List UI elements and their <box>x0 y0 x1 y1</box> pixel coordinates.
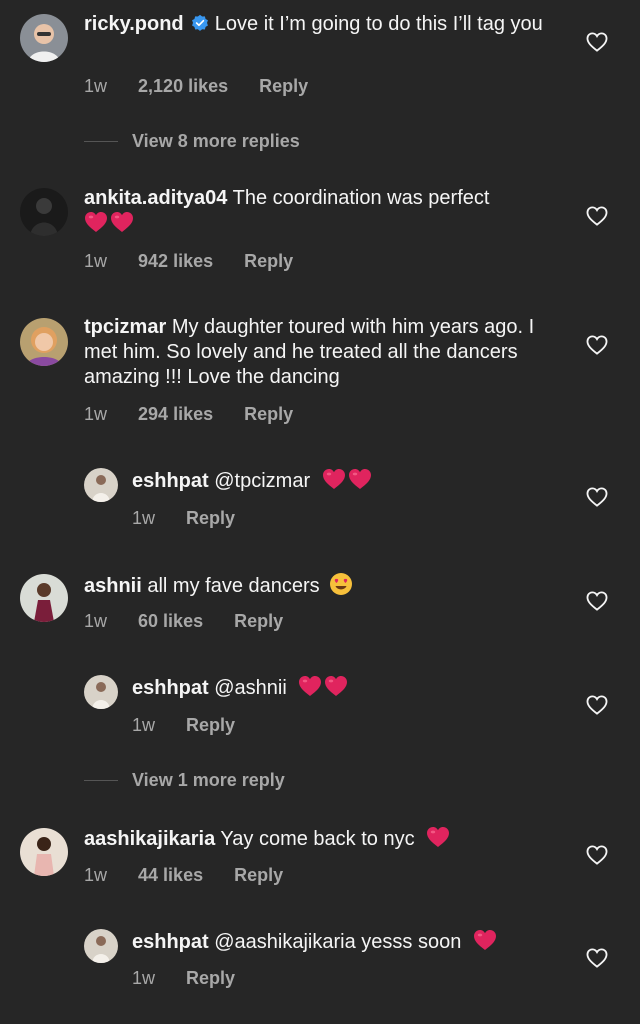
avatar[interactable] <box>84 675 118 709</box>
like-heart-icon[interactable] <box>586 335 608 355</box>
view-more-replies-label[interactable]: View 1 more reply <box>132 770 285 791</box>
comment-body: Yay come back to nyc <box>220 828 415 850</box>
red-heart-emoji-icon <box>110 211 134 233</box>
red-heart-emoji-icon <box>298 675 322 697</box>
red-heart-emoji-icon <box>322 468 346 490</box>
reply-body: @aashikajikaria yesss soon <box>214 931 462 953</box>
comment-meta: 1w 44 likes Reply <box>84 865 309 886</box>
reply-button[interactable]: Reply <box>234 611 283 631</box>
comment-meta: 1w 60 likes Reply <box>84 611 309 632</box>
comment-time: 1w <box>84 76 108 96</box>
view-more-replies-button[interactable]: View 8 more replies <box>84 131 300 152</box>
comment-text: tpcizmar My daughter toured with him yea… <box>84 315 554 390</box>
comment-time: 1w <box>84 611 108 631</box>
like-heart-icon[interactable] <box>586 845 608 865</box>
reply-time: 1w <box>132 968 156 988</box>
dark-silhouette-avatar-icon <box>20 188 68 236</box>
avatar[interactable] <box>20 188 68 236</box>
divider-line <box>84 141 118 142</box>
like-count[interactable]: 294 likes <box>138 404 213 424</box>
like-heart-icon[interactable] <box>586 948 608 968</box>
user-avatar-icon <box>84 675 118 709</box>
avatar[interactable] <box>20 14 68 62</box>
comment-meta: 1w 294 likes Reply <box>84 404 319 425</box>
like-heart-icon[interactable] <box>586 695 608 715</box>
avatar[interactable] <box>20 828 68 876</box>
avatar[interactable] <box>20 574 68 622</box>
like-count[interactable]: 44 likes <box>138 865 203 885</box>
comment-username[interactable]: ricky.pond <box>84 13 184 35</box>
like-count[interactable]: 942 likes <box>138 251 213 271</box>
like-heart-icon[interactable] <box>586 32 608 52</box>
reply-time: 1w <box>132 508 156 528</box>
woman-avatar-icon <box>20 574 68 622</box>
comment-time: 1w <box>84 251 108 271</box>
red-heart-emoji-icon <box>473 929 497 951</box>
view-more-replies-label[interactable]: View 8 more replies <box>132 131 300 152</box>
comment-text: ankita.aditya04 The coordination was per… <box>84 186 574 237</box>
like-count[interactable]: 2,120 likes <box>138 76 228 96</box>
divider-line <box>84 780 118 781</box>
reply-button[interactable]: Reply <box>259 76 308 96</box>
reply-text: eshhpat @tpcizmar <box>132 468 562 494</box>
comment-meta: 1w 2,120 likes Reply <box>84 76 334 97</box>
comment-username[interactable]: ankita.aditya04 <box>84 187 227 209</box>
view-more-replies-button[interactable]: View 1 more reply <box>84 770 285 791</box>
avatar[interactable] <box>20 318 68 366</box>
reply-button[interactable]: Reply <box>244 251 293 271</box>
comment-username[interactable]: ashnii <box>84 575 142 597</box>
avatar[interactable] <box>84 929 118 963</box>
reply-meta: 1w Reply <box>132 715 261 736</box>
reply-time: 1w <box>132 715 156 735</box>
avatar[interactable] <box>84 468 118 502</box>
reply-body: @ashnii <box>214 677 287 699</box>
reply-button[interactable]: Reply <box>186 508 235 528</box>
comment-body: Love it I’m going to do this I’ll tag yo… <box>214 13 543 35</box>
comment-meta: 1w 942 likes Reply <box>84 251 319 272</box>
reply-button[interactable]: Reply <box>244 404 293 424</box>
comment-username[interactable]: tpcizmar <box>84 316 166 338</box>
red-heart-emoji-icon <box>84 211 108 233</box>
red-heart-emoji-icon <box>426 826 450 848</box>
comment-time: 1w <box>84 865 108 885</box>
reply-username[interactable]: eshhpat <box>132 677 209 699</box>
like-heart-icon[interactable] <box>586 591 608 611</box>
man-avatar-icon <box>20 14 68 62</box>
woman-avatar-icon <box>20 318 68 366</box>
reply-meta: 1w Reply <box>132 508 261 529</box>
red-heart-emoji-icon <box>324 675 348 697</box>
comment-text: aashikajikaria Yay come back to nyc <box>84 826 554 852</box>
reply-text: eshhpat @ashnii <box>132 675 562 701</box>
like-heart-icon[interactable] <box>586 206 608 226</box>
user-avatar-icon <box>84 468 118 502</box>
reply-text: eshhpat @aashikajikaria yesss soon <box>132 929 562 955</box>
reply-username[interactable]: eshhpat <box>132 470 209 492</box>
comment-body: all my fave dancers <box>147 575 320 597</box>
reply-button[interactable]: Reply <box>234 865 283 885</box>
reply-meta: 1w Reply <box>132 968 261 989</box>
comment-body: The coordination was perfect <box>232 187 490 209</box>
like-heart-icon[interactable] <box>586 487 608 507</box>
heart-eyes-emoji-icon <box>330 573 353 595</box>
reply-button[interactable]: Reply <box>186 715 235 735</box>
comment-text: ashnii all my fave dancers <box>84 572 554 599</box>
comment-username[interactable]: aashikajikaria <box>84 828 215 850</box>
verified-badge-icon <box>192 14 209 31</box>
reply-username[interactable]: eshhpat <box>132 931 209 953</box>
comment-text: ricky.pond Love it I’m going to do this … <box>84 12 574 37</box>
comment-time: 1w <box>84 404 108 424</box>
red-heart-emoji-icon <box>348 468 372 490</box>
reply-body: @tpcizmar <box>214 470 311 492</box>
woman-avatar-icon <box>20 828 68 876</box>
reply-button[interactable]: Reply <box>186 968 235 988</box>
user-avatar-icon <box>84 929 118 963</box>
like-count[interactable]: 60 likes <box>138 611 203 631</box>
